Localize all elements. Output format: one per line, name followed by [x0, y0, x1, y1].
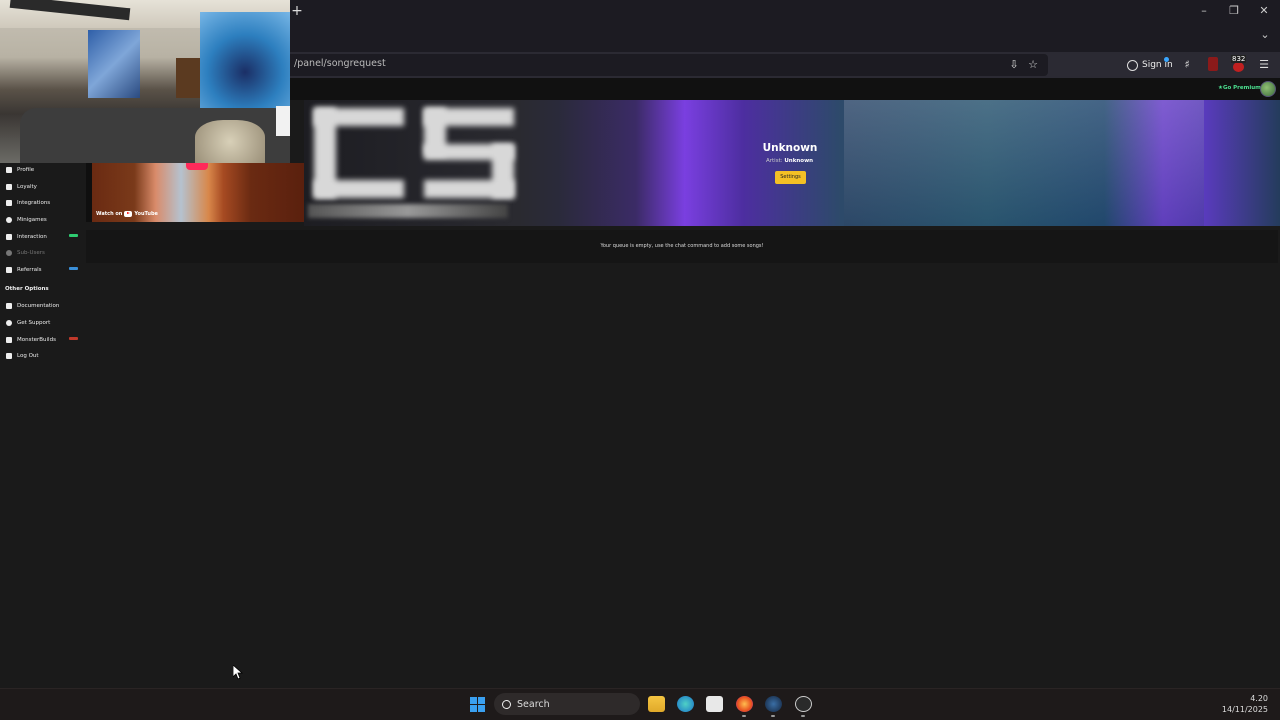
- sidebar-item-label: Profile: [17, 167, 35, 173]
- banner-logo-underline: [308, 204, 508, 218]
- settings-button[interactable]: Settings: [775, 171, 806, 184]
- sidebar-item-label: Documentation: [17, 303, 60, 309]
- sidebar-item-loyalty[interactable]: Loyalty: [6, 181, 37, 193]
- sidebar-item-monsterbuilds[interactable]: MonsterBuilds: [6, 334, 56, 346]
- youtube-icon: [124, 210, 133, 217]
- sidebar-item-label: Loyalty: [17, 184, 37, 190]
- firefox-icon[interactable]: [736, 696, 753, 712]
- running-indicator: [801, 715, 805, 717]
- clock-time: 4.20: [1250, 694, 1268, 703]
- sidebar-item-minigames[interactable]: Minigames: [6, 214, 47, 226]
- running-indicator: [771, 715, 775, 717]
- sidebar-item-label: Sub-Users: [17, 250, 45, 256]
- sign-in-label: Sign in: [1142, 60, 1173, 70]
- edge-browser-icon[interactable]: [677, 696, 694, 712]
- sidebar-item-get-support[interactable]: Get Support: [6, 317, 50, 329]
- sidebar-item-label: Integrations: [17, 200, 51, 206]
- taskbar-search-label: Search: [517, 698, 550, 710]
- music-icon: [6, 234, 12, 240]
- sidebar-item-documentation[interactable]: Documentation: [6, 300, 59, 312]
- banner-haze: [844, 100, 1204, 226]
- youtube-brand-label: YouTube: [134, 210, 158, 217]
- menu-hamburger-icon[interactable]: ☰: [1257, 58, 1271, 72]
- go-premium-label: Go Premium: [1222, 85, 1261, 91]
- sidebar: Profile Loyalty Integrations Minigames I…: [0, 100, 84, 690]
- notification-dot: [1164, 57, 1169, 62]
- search-icon: [502, 699, 511, 709]
- song-queue: Your queue is empty, use the chat comman…: [86, 230, 1278, 263]
- support-icon: [6, 320, 12, 326]
- list-tabs-chevron-icon[interactable]: ⌄: [1258, 28, 1272, 42]
- banner-logo-image: [314, 108, 514, 218]
- sidebar-item-label: Minigames: [17, 217, 47, 223]
- running-indicator: [742, 715, 746, 717]
- extension-badge-count: 832: [1231, 55, 1247, 63]
- address-bar[interactable]: /panel/songrequest: [286, 54, 1048, 76]
- beta-badge: [69, 267, 78, 270]
- screen: + – ❐ ✕ ⌄ /panel/songrequest ⇩ ☆ Sign in…: [0, 0, 1280, 720]
- artist-value: Unknown: [784, 158, 814, 164]
- app-icon[interactable]: [795, 696, 812, 712]
- sidebar-item-label: Interaction: [17, 234, 47, 240]
- sidebar-item-label: MonsterBuilds: [17, 337, 56, 343]
- referrals-icon: [6, 267, 12, 273]
- profile-icon: [6, 167, 12, 173]
- artist-label: Artist:: [766, 158, 783, 164]
- embed-highlight: [186, 163, 208, 170]
- watch-on-youtube-link[interactable]: Watch on YouTube: [96, 209, 158, 218]
- song-artist: Artist: Unknown: [766, 158, 813, 164]
- docs-icon: [6, 303, 12, 309]
- new-tab-button[interactable]: +: [290, 4, 304, 18]
- minimize-button[interactable]: –: [1194, 3, 1214, 19]
- ublock-icon[interactable]: [1233, 62, 1244, 72]
- sidebar-item-label: Log Out: [17, 353, 39, 359]
- clock-date: 14/11/2025: [1221, 705, 1268, 714]
- windows-taskbar: [0, 688, 1280, 720]
- sidebar-item-profile[interactable]: Profile: [6, 164, 34, 176]
- sidebar-item-sub-users[interactable]: Sub-Users: [6, 247, 45, 259]
- taskbar-search[interactable]: Search: [494, 693, 640, 715]
- sidebar-item-label: Referrals: [17, 267, 42, 273]
- extensions-puzzle-icon[interactable]: ♯: [1180, 58, 1194, 72]
- address-bar-url: /panel/songrequest: [294, 58, 386, 69]
- hot-badge: [69, 337, 78, 340]
- close-window-button[interactable]: ✕: [1254, 3, 1274, 19]
- monitor-icon: [6, 337, 12, 343]
- new-badge: [69, 234, 78, 237]
- webcam-overlay: [0, 0, 290, 163]
- trophy-icon: [6, 184, 12, 190]
- watch-on-label: Watch on: [96, 210, 123, 217]
- sidebar-item-referrals[interactable]: Referrals: [6, 264, 41, 276]
- restore-button[interactable]: ❐: [1224, 3, 1244, 19]
- gamepad-icon: [6, 217, 12, 223]
- sidebar-section-heading: Other Options: [5, 286, 49, 292]
- account-icon: [1127, 59, 1138, 71]
- sidebar-item-label: Get Support: [17, 320, 51, 326]
- avatar[interactable]: [1260, 81, 1276, 97]
- extension-icon[interactable]: [1208, 57, 1218, 71]
- sidebar-item-integrations[interactable]: Integrations: [6, 197, 50, 209]
- queue-empty-message: Your queue is empty, use the chat comman…: [600, 243, 764, 249]
- install-page-icon[interactable]: ⇩: [1007, 58, 1021, 72]
- start-button[interactable]: [470, 697, 485, 712]
- users-icon: [6, 250, 12, 256]
- go-premium-link[interactable]: ★Go Premium: [1218, 85, 1261, 91]
- logout-icon: [6, 353, 12, 359]
- youtube-embed[interactable]: Watch on YouTube: [92, 163, 304, 222]
- sidebar-item-interaction[interactable]: Interaction: [6, 231, 47, 243]
- file-explorer-icon[interactable]: [648, 696, 665, 712]
- bookmark-star-icon[interactable]: ☆: [1026, 58, 1040, 72]
- steam-icon[interactable]: [765, 696, 782, 712]
- store-icon[interactable]: [706, 696, 723, 712]
- sidebar-item-log-out[interactable]: Log Out: [6, 350, 39, 362]
- taskbar-clock[interactable]: 4.20 14/11/2025: [1222, 693, 1268, 715]
- integrations-icon: [6, 200, 12, 206]
